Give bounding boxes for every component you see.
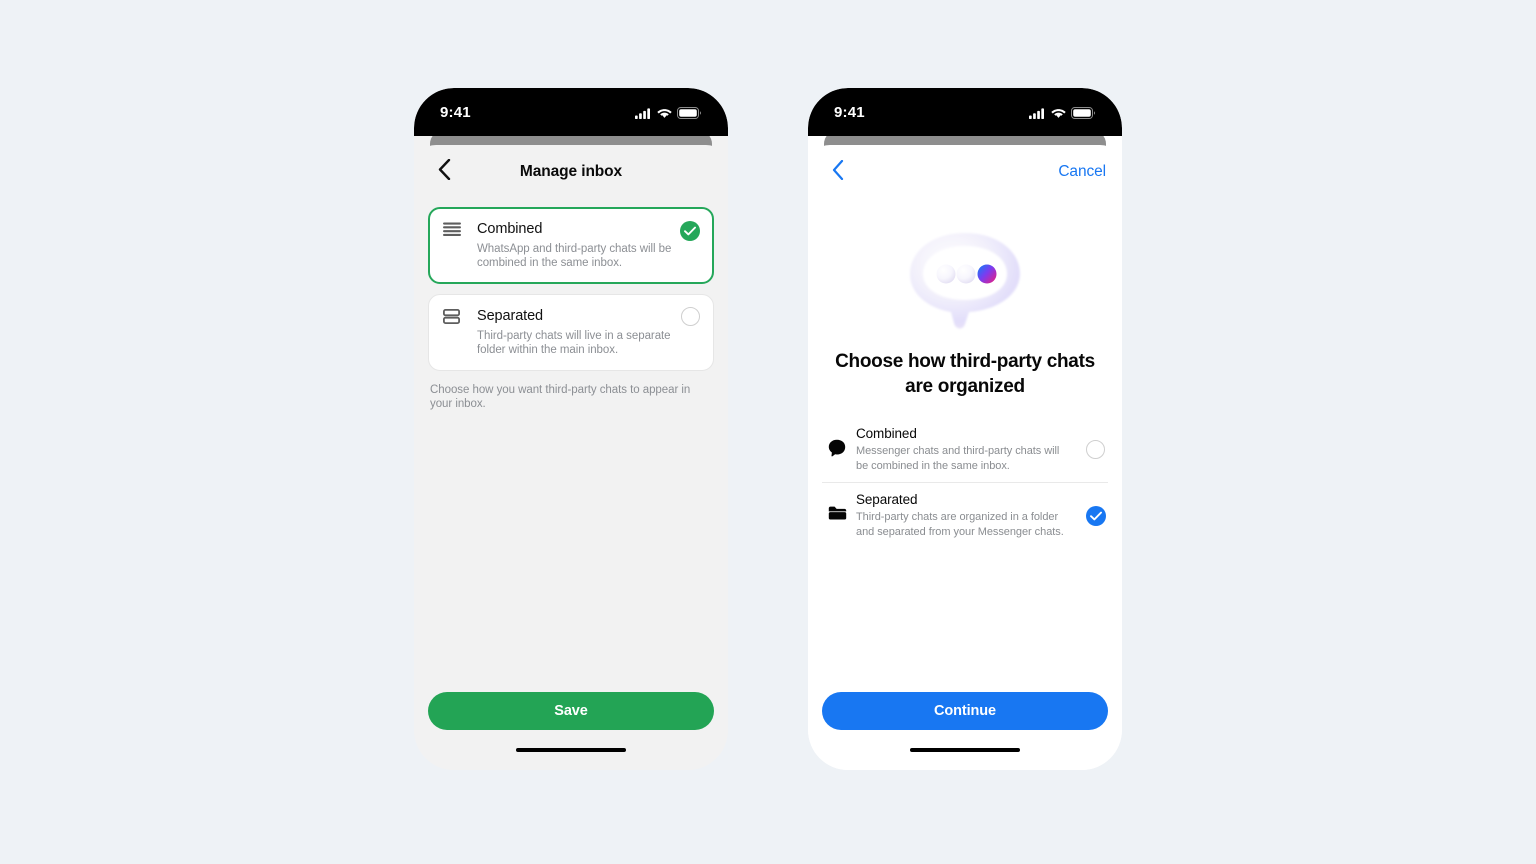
sheet-right: Cancel Choose how third-party chats are … bbox=[808, 145, 1122, 770]
home-indicator-wrap-left bbox=[414, 730, 728, 770]
options-list-right: Combined Messenger chats and third-party… bbox=[808, 399, 1122, 548]
list-lines-icon bbox=[443, 220, 467, 270]
status-bar-right: 9:41 bbox=[808, 88, 1122, 136]
chat-bubble-filled-icon bbox=[822, 425, 852, 457]
nav-bar-left: Manage inbox bbox=[414, 145, 728, 199]
folder-filled-icon bbox=[822, 491, 852, 521]
option-title: Combined bbox=[856, 426, 917, 441]
status-bar-icons bbox=[1029, 101, 1096, 119]
pale-dot bbox=[956, 264, 976, 284]
option-description: WhatsApp and third-party chats will be c… bbox=[477, 243, 672, 269]
screenshot-canvas: 9:41 Manage inbox Combined WhatsApp and … bbox=[0, 0, 1536, 864]
battery-icon bbox=[677, 107, 702, 119]
option-indicator-combined[interactable] bbox=[680, 221, 700, 241]
option-description: Messenger chats and third-party chats wi… bbox=[856, 445, 1060, 472]
radio-empty-icon bbox=[681, 307, 700, 326]
option-text-separated: Separated Third-party chats are organize… bbox=[852, 491, 1108, 539]
back-button-left[interactable] bbox=[430, 158, 458, 186]
wifi-icon bbox=[1051, 108, 1066, 119]
status-bar-left: 9:41 bbox=[414, 88, 728, 136]
home-indicator bbox=[910, 747, 1020, 753]
radio-empty-icon bbox=[1086, 439, 1105, 459]
status-bar-icons bbox=[635, 101, 702, 119]
phone-mockup-right: 9:41 Cancel Choose how third-party chats… bbox=[808, 88, 1122, 770]
pale-dot bbox=[936, 264, 956, 284]
home-indicator bbox=[516, 747, 626, 753]
spacer-right bbox=[808, 548, 1122, 692]
back-button-right[interactable] bbox=[824, 158, 852, 186]
option-row-separated[interactable]: Separated Third-party chats are organize… bbox=[822, 482, 1108, 548]
stacked-boxes-icon bbox=[442, 307, 467, 357]
wifi-icon bbox=[657, 108, 672, 119]
status-bar-time: 9:41 bbox=[440, 103, 471, 121]
home-indicator-wrap-right bbox=[808, 730, 1122, 770]
option-title: Combined bbox=[477, 221, 543, 237]
save-button[interactable]: Save bbox=[428, 692, 714, 730]
option-text-combined: Combined WhatsApp and third-party chats … bbox=[477, 220, 699, 270]
phone-mockup-left: 9:41 Manage inbox Combined WhatsApp and … bbox=[414, 88, 728, 770]
option-card-combined[interactable]: Combined WhatsApp and third-party chats … bbox=[428, 207, 714, 284]
speech-bubble-typing-indicator-illustration bbox=[895, 219, 1035, 339]
cancel-button[interactable]: Cancel bbox=[1058, 163, 1106, 181]
option-text-combined: Combined Messenger chats and third-party… bbox=[852, 425, 1108, 473]
option-title: Separated bbox=[856, 492, 918, 507]
option-indicator-separated[interactable] bbox=[681, 307, 701, 327]
status-bar-time: 9:41 bbox=[834, 103, 865, 121]
option-card-separated[interactable]: Separated Third-party chats will live in… bbox=[428, 294, 714, 371]
option-description: Third-party chats will live in a separat… bbox=[477, 330, 671, 356]
chevron-left-icon bbox=[438, 158, 451, 185]
page-title-right: Choose how third-party chats are organiz… bbox=[835, 351, 1095, 397]
helper-text-left: Choose how you want third-party chats to… bbox=[430, 384, 691, 410]
continue-button[interactable]: Continue bbox=[822, 692, 1108, 730]
check-circle-filled-icon bbox=[680, 221, 700, 241]
cellular-signal-icon bbox=[635, 107, 652, 119]
cellular-signal-icon bbox=[1029, 107, 1046, 119]
option-indicator-combined[interactable] bbox=[1086, 439, 1106, 460]
battery-icon bbox=[1071, 107, 1096, 119]
check-circle-filled-icon bbox=[1086, 505, 1106, 526]
option-indicator-separated[interactable] bbox=[1086, 505, 1106, 526]
option-description: Third-party chats are organized in a fol… bbox=[856, 511, 1064, 538]
page-title-left: Manage inbox bbox=[519, 163, 623, 180]
option-row-combined[interactable]: Combined Messenger chats and third-party… bbox=[822, 417, 1108, 482]
option-title: Separated bbox=[477, 308, 544, 324]
spacer-left bbox=[414, 411, 728, 692]
cta-wrap-right: Continue bbox=[808, 692, 1122, 730]
hero-illustration bbox=[808, 199, 1122, 343]
chevron-left-icon bbox=[832, 159, 844, 185]
option-text-separated: Separated Third-party chats will live in… bbox=[477, 307, 699, 357]
cta-wrap-left: Save bbox=[414, 692, 728, 730]
sheet-left: Manage inbox Combined WhatsApp and third… bbox=[414, 145, 728, 770]
gradient-dot-blue-magenta bbox=[977, 264, 997, 284]
options-list-left: Combined WhatsApp and third-party chats … bbox=[414, 199, 728, 381]
nav-bar-right: Cancel bbox=[808, 145, 1122, 199]
